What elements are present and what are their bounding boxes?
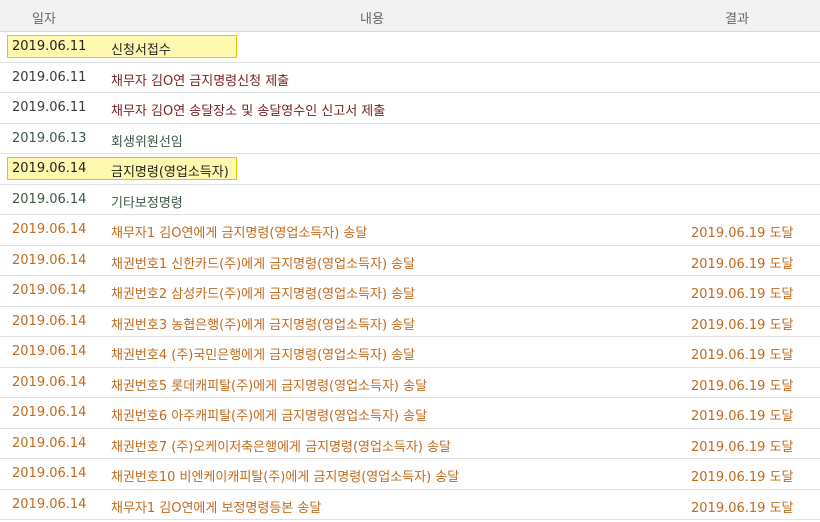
row-date: 2019.06.14: [12, 435, 87, 451]
table-row: 2019.06.14 채권번호10 비엔케이캐피탈(주)에게 금지명령(영업소득…: [0, 459, 820, 490]
row-result: 2019.06.19 도달: [691, 378, 794, 394]
row-result: 2019.06.19 도달: [691, 470, 794, 485]
table-row: 2019.06.14 채권번호6 아주캐피탈(주)에게 금지명령(영업소득자) …: [0, 398, 820, 429]
row-date: 2019.06.14: [12, 283, 87, 298]
row-content: 채권번호5 롯데캐피탈(주)에게 금지명령(영업소득자) 송달: [111, 378, 428, 394]
header-content: 내용: [360, 12, 384, 27]
table-row: 2019.06.14 채무자1 김O연에게 보정명령등본 송달 2019.06.…: [0, 490, 820, 520]
header-date: 일자: [32, 12, 56, 27]
row-result: 2019.06.19 도달: [691, 226, 794, 241]
table-row: 2019.06.14 채권번호3 농협은행(주)에게 금지명령(영업소득자) 송…: [0, 307, 820, 337]
row-content: 채권번호4 (주)국민은행에게 금지명령(영업소득자) 송달: [111, 348, 416, 363]
row-date: 2019.06.11: [12, 100, 87, 115]
table-row: 2019.06.13 회생위원선임: [0, 124, 820, 154]
row-content: 채무자 김O연 송달장소 및 송달영수인 신고서 제출: [111, 104, 386, 119]
table-row: 2019.06.11 채무자 김O연 금지명령신청 제출: [0, 63, 820, 93]
table-row: 2019.06.11 채무자 김O연 송달장소 및 송달영수인 신고서 제출: [0, 93, 820, 124]
row-result: 2019.06.19 도달: [691, 256, 794, 272]
table-header: 일자 내용 결과: [0, 0, 820, 32]
header-result: 결과: [725, 12, 749, 27]
row-date: 2019.06.14: [12, 405, 87, 420]
row-content: 신청서접수: [111, 43, 171, 58]
row-date: 2019.06.11: [12, 69, 87, 85]
row-date: 2019.06.14: [12, 222, 87, 237]
table-row: 2019.06.11 신청서접수: [0, 32, 820, 63]
row-result: 2019.06.19 도달: [691, 409, 794, 424]
row-result: 2019.06.19 도달: [691, 348, 794, 363]
row-date: 2019.06.14: [12, 313, 87, 329]
row-date: 2019.06.11: [12, 39, 87, 54]
row-date: 2019.06.14: [12, 374, 87, 390]
row-content: 기타보정명령: [111, 195, 183, 211]
table-row: 2019.06.14 채권번호7 (주)오케이저축은행에게 금지명령(영업소득자…: [0, 429, 820, 459]
row-date: 2019.06.13: [12, 130, 87, 146]
row-content: 회생위원선임: [111, 134, 183, 150]
table-row: 2019.06.14 채권번호5 롯데캐피탈(주)에게 금지명령(영업소득자) …: [0, 368, 820, 398]
row-date: 2019.06.14: [12, 161, 87, 176]
row-content: 채권번호10 비엔케이캐피탈(주)에게 금지명령(영업소득자) 송달: [111, 470, 460, 485]
row-date: 2019.06.14: [12, 191, 87, 207]
row-date: 2019.06.14: [12, 252, 87, 268]
row-content: 채무자1 김O연에게 금지명령(영업소득자) 송달: [111, 226, 368, 241]
table-row: 2019.06.14 채권번호4 (주)국민은행에게 금지명령(영업소득자) 송…: [0, 337, 820, 368]
table-row: 2019.06.14 금지명령(영업소득자): [0, 154, 820, 185]
table-row: 2019.06.14 채권번호1 신한카드(주)에게 금지명령(영업소득자) 송…: [0, 246, 820, 276]
row-content: 채권번호6 아주캐피탈(주)에게 금지명령(영업소득자) 송달: [111, 409, 428, 424]
row-result: 2019.06.19 도달: [691, 317, 794, 333]
row-result: 2019.06.19 도달: [691, 500, 794, 516]
row-content: 채권번호1 신한카드(주)에게 금지명령(영업소득자) 송달: [111, 256, 416, 272]
table-row: 2019.06.14 기타보정명령: [0, 185, 820, 215]
row-content: 금지명령(영업소득자): [111, 165, 229, 180]
table-row: 2019.06.14 채무자1 김O연에게 금지명령(영업소득자) 송달 201…: [0, 215, 820, 246]
row-result: 2019.06.19 도달: [691, 287, 794, 302]
row-date: 2019.06.14: [12, 344, 87, 359]
row-content: 채무자1 김O연에게 보정명령등본 송달: [111, 500, 322, 516]
row-date: 2019.06.14: [12, 496, 87, 512]
row-date: 2019.06.14: [12, 466, 87, 481]
row-result: 2019.06.19 도달: [691, 439, 794, 455]
row-content: 채권번호3 농협은행(주)에게 금지명령(영업소득자) 송달: [111, 317, 416, 333]
row-content: 채권번호2 삼성카드(주)에게 금지명령(영업소득자) 송달: [111, 287, 416, 302]
row-content: 채무자 김O연 금지명령신청 제출: [111, 73, 290, 89]
row-content: 채권번호7 (주)오케이저축은행에게 금지명령(영업소득자) 송달: [111, 439, 451, 455]
table-row: 2019.06.14 채권번호2 삼성카드(주)에게 금지명령(영업소득자) 송…: [0, 276, 820, 307]
case-progress-table: 일자 내용 결과 2019.06.11 신청서접수 2019.06.11 채무자…: [0, 0, 820, 520]
